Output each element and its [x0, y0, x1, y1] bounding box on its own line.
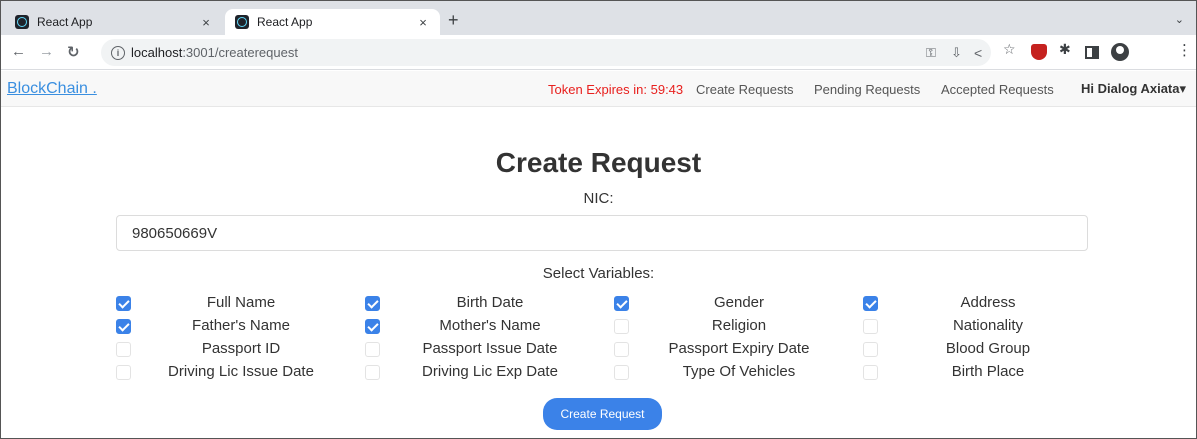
variable-label: Blood Group	[945, 340, 1031, 357]
select-variables-label: Select Variables:	[542, 265, 655, 282]
variable-checkbox[interactable]	[116, 365, 131, 380]
variable-label: Address	[960, 294, 1016, 311]
variable-checkbox[interactable]	[116, 319, 131, 334]
browser-tab[interactable]: React App ×	[5, 9, 223, 35]
bookmark-star-icon[interactable]: ☆	[1003, 41, 1016, 58]
nav-pending-requests[interactable]: Pending Requests	[814, 82, 920, 97]
browser-tab-strip: React App × React App × + ⌄	[1, 1, 1196, 35]
close-tab-icon[interactable]: ×	[197, 15, 215, 30]
variable-label: Passport Expiry Date	[668, 340, 810, 357]
variable-label: Driving Lic Exp Date	[422, 363, 558, 380]
app-navbar: BlockChain . Token Expires in: 59:43 Cre…	[1, 71, 1196, 107]
tab-title: React App	[257, 15, 313, 29]
variable-checkbox[interactable]	[614, 319, 629, 334]
nic-label: NIC:	[583, 190, 614, 207]
variable-checkbox[interactable]	[365, 319, 380, 334]
variable-checkbox[interactable]	[365, 342, 380, 357]
variable-label: Full Name	[206, 294, 276, 311]
close-tab-icon[interactable]: ×	[414, 15, 432, 30]
variable-label: Gender	[713, 294, 765, 311]
new-tab-icon[interactable]: +	[448, 11, 459, 29]
side-panel-icon[interactable]	[1085, 46, 1099, 59]
profile-avatar-icon[interactable]	[1111, 43, 1129, 61]
create-request-button[interactable]: Create Request	[543, 398, 662, 430]
variable-label: Passport Issue Date	[422, 340, 558, 357]
variable-label: Birth Date	[456, 294, 524, 311]
browser-toolbar: ← → ↻ i localhost:3001/createrequest ⚿ ⇩…	[1, 35, 1196, 70]
variable-label: Passport ID	[201, 340, 281, 357]
url-path: :3001/createrequest	[182, 45, 298, 60]
variable-label: Father's Name	[192, 317, 290, 334]
key-icon[interactable]: ⚿	[926, 45, 936, 61]
reload-icon[interactable]: ↻	[67, 43, 80, 61]
variable-checkbox[interactable]	[116, 342, 131, 357]
extensions-icon[interactable]: ✱	[1059, 41, 1075, 57]
url-host: localhost	[131, 45, 183, 60]
variable-label: Nationality	[952, 317, 1024, 334]
nav-create-requests[interactable]: Create Requests	[696, 82, 794, 97]
page-title: Create Request	[495, 147, 702, 178]
react-favicon-icon	[235, 15, 249, 29]
variable-checkbox[interactable]	[365, 296, 380, 311]
variable-label: Driving Lic Issue Date	[168, 363, 314, 380]
variable-label: Mother's Name	[439, 317, 541, 334]
token-expiry: Token Expires in: 59:43	[548, 82, 684, 97]
browser-tab-active[interactable]: React App ×	[225, 9, 440, 35]
variable-checkbox[interactable]	[614, 365, 629, 380]
brand-link[interactable]: BlockChain .	[7, 80, 97, 98]
variable-checkbox[interactable]	[863, 365, 878, 380]
variable-checkbox[interactable]	[614, 296, 629, 311]
react-favicon-icon	[15, 15, 29, 29]
install-icon[interactable]: ⇩	[951, 45, 962, 61]
variable-checkbox[interactable]	[614, 342, 629, 357]
address-bar[interactable]: i localhost:3001/createrequest ⚿ ⇩ <	[101, 39, 991, 66]
nav-accepted-requests[interactable]: Accepted Requests	[941, 82, 1054, 97]
variable-checkbox[interactable]	[863, 296, 878, 311]
forward-icon[interactable]: →	[39, 43, 54, 60]
variable-checkbox[interactable]	[365, 365, 380, 380]
variable-checkbox[interactable]	[116, 296, 131, 311]
back-icon[interactable]: ←	[11, 43, 26, 60]
variable-checkbox[interactable]	[863, 319, 878, 334]
tab-title: React App	[37, 15, 93, 29]
variable-label: Type Of Vehicles	[682, 363, 796, 380]
variable-checkbox[interactable]	[863, 342, 878, 357]
user-menu[interactable]: Hi Dialog Axiata▾	[1081, 81, 1186, 97]
tab-search-icon[interactable]: ⌄	[1175, 13, 1184, 26]
nic-input[interactable]	[116, 215, 1088, 251]
share-icon[interactable]: <	[974, 45, 982, 61]
browser-menu-icon[interactable]: ⋮	[1177, 41, 1192, 59]
site-info-icon[interactable]: i	[111, 45, 125, 60]
variable-label: Birth Place	[951, 363, 1025, 380]
shield-extension-icon[interactable]	[1031, 44, 1047, 60]
variable-label: Religion	[711, 317, 767, 334]
